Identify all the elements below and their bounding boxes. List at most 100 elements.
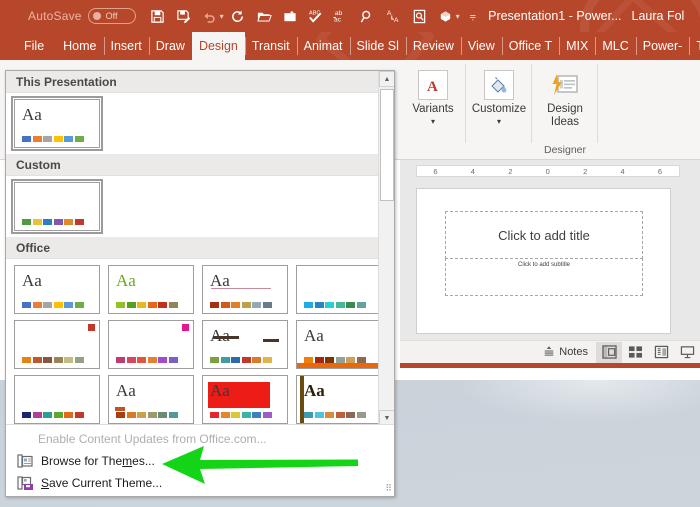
theme-color-swatches bbox=[22, 136, 84, 142]
theme-thumbnail[interactable]: Aa bbox=[202, 320, 288, 369]
theme-thumbnail[interactable]: Aa bbox=[296, 375, 382, 424]
theme-thumbnail[interactable]: Aa bbox=[202, 265, 288, 314]
theme-color-swatches bbox=[116, 357, 178, 363]
theme-sample-text: Aa bbox=[116, 381, 136, 400]
customize-chevron-down-icon[interactable]: ▾ bbox=[497, 117, 501, 126]
scroll-up-arrow-icon[interactable]: ▲ bbox=[379, 71, 394, 87]
title-placeholder[interactable]: Click to add title bbox=[445, 211, 643, 259]
color-swatch bbox=[64, 136, 73, 142]
theme-sample-text: Aa bbox=[210, 271, 230, 290]
autosave-toggle[interactable]: Off bbox=[87, 8, 136, 24]
theme-color-swatches bbox=[22, 302, 84, 308]
tab-draw[interactable]: Draw bbox=[148, 32, 192, 60]
undo-icon[interactable] bbox=[198, 4, 222, 28]
color-swatch bbox=[304, 357, 313, 363]
resize-grip[interactable]: ⠿ bbox=[385, 483, 392, 494]
tab-file[interactable]: File bbox=[12, 32, 56, 60]
tab-toolst[interactable]: ToolsT bbox=[689, 32, 700, 60]
save-as-icon[interactable] bbox=[172, 4, 196, 28]
tab-home[interactable]: Home bbox=[56, 32, 103, 60]
color-swatch bbox=[241, 302, 251, 308]
slide-show-button[interactable] bbox=[674, 342, 700, 363]
gallery-section-body: Aa Aa Aa Aa Aa Aa Aa Aa Aa Aa Aa Aa bbox=[6, 259, 394, 430]
save-icon[interactable] bbox=[146, 4, 170, 28]
color-swatch bbox=[53, 302, 63, 308]
save-theme-icon bbox=[16, 475, 33, 492]
tab-slide-sl[interactable]: Slide Sl bbox=[349, 32, 406, 60]
undo-dropdown-caret[interactable]: ▾ bbox=[220, 12, 224, 21]
shapes-dropdown-caret[interactable]: ▾ bbox=[456, 12, 460, 21]
tab-transit[interactable]: Transit bbox=[244, 32, 297, 60]
gallery-section-heading: Custom bbox=[6, 154, 394, 176]
paint-bucket-icon bbox=[484, 70, 514, 100]
color-swatch bbox=[116, 357, 125, 363]
themes-gallery-menu: Enable Content Updates from Office.com..… bbox=[6, 424, 394, 496]
gallery-section-heading: Office bbox=[6, 237, 394, 259]
theme-thumbnail[interactable]: Aa bbox=[108, 265, 194, 314]
user-account-name[interactable]: Laura Fol bbox=[632, 9, 685, 23]
shapes-3d-icon[interactable] bbox=[434, 4, 458, 28]
themes-gallery-sections: This Presentation Aa Custom Office Aa Aa Aa Aa A… bbox=[6, 71, 394, 430]
subtitle-placeholder[interactable]: Click to add subtitle bbox=[445, 258, 643, 296]
color-swatch bbox=[74, 412, 84, 418]
tab-insert[interactable]: Insert bbox=[103, 32, 149, 60]
scrollbar-thumb[interactable] bbox=[380, 89, 394, 201]
spelling-abc-check-icon[interactable]: ABC bbox=[304, 4, 328, 28]
tab-power[interactable]: Power- bbox=[635, 32, 690, 60]
color-swatch bbox=[32, 302, 42, 308]
theme-thumbnail[interactable]: Aa bbox=[11, 96, 103, 151]
variants-chevron-down-icon[interactable]: ▾ bbox=[431, 117, 435, 126]
menu-item-save-theme[interactable]: Save Current Theme... bbox=[6, 472, 394, 494]
tab-view[interactable]: View bbox=[460, 32, 502, 60]
theme-thumbnail[interactable]: Aa bbox=[14, 320, 100, 369]
translate-ab-ac-icon[interactable]: ab ac bbox=[330, 4, 354, 28]
theme-thumbnail[interactable]: Aa bbox=[108, 320, 194, 369]
color-swatch bbox=[356, 412, 366, 418]
color-swatch bbox=[304, 302, 313, 308]
theme-thumbnail[interactable]: Aa bbox=[296, 320, 382, 369]
theme-color-swatches bbox=[210, 412, 272, 418]
design-ideas-label-line2: Ideas bbox=[550, 116, 580, 128]
ribbon-tab-strip: File Home Insert Draw Design Transit Animat Sli… bbox=[0, 32, 700, 60]
color-swatch bbox=[43, 302, 52, 308]
theme-thumbnail[interactable]: Aa bbox=[202, 375, 288, 424]
tab-mix[interactable]: MIX bbox=[559, 32, 595, 60]
theme-thumbnail[interactable]: Aa bbox=[14, 375, 100, 424]
theme-thumbnail[interactable]: Aa bbox=[296, 265, 382, 314]
search-icon[interactable] bbox=[356, 4, 380, 28]
ruler-tick: 4 bbox=[620, 166, 626, 176]
normal-view-button[interactable] bbox=[596, 341, 622, 363]
title-bar: AutoSave Off ▾ ABC ab ac A A ▾ ⩦ Present… bbox=[0, 0, 700, 32]
new-slide-icon[interactable] bbox=[278, 4, 302, 28]
print-preview-icon[interactable] bbox=[408, 4, 432, 28]
theme-thumbnail[interactable]: Aa bbox=[14, 265, 100, 314]
tab-animat[interactable]: Animat bbox=[296, 32, 350, 60]
color-swatch bbox=[314, 412, 324, 418]
customize-quick-access-toolbar-icon[interactable]: ⩦ bbox=[470, 10, 476, 23]
tab-review[interactable]: Review bbox=[405, 32, 461, 60]
open-folder-icon[interactable] bbox=[252, 4, 276, 28]
design-ideas-icon bbox=[550, 70, 580, 100]
customize-button[interactable]: Customize ▾ bbox=[466, 64, 532, 126]
tab-office-t[interactable]: Office T bbox=[501, 32, 559, 60]
theme-row bbox=[11, 179, 394, 234]
autosave-label: AutoSave bbox=[28, 9, 82, 23]
gallery-scrollbar[interactable]: ▲ ▼ bbox=[378, 71, 394, 426]
variants-button[interactable]: A Variants ▾ bbox=[400, 64, 466, 126]
theme-thumbnail[interactable] bbox=[11, 179, 103, 234]
color-swatch bbox=[53, 219, 63, 225]
color-swatch bbox=[231, 412, 240, 418]
menu-item-browse-themes[interactable]: Browse for Themes... bbox=[6, 450, 394, 472]
tab-design[interactable]: Design bbox=[191, 32, 245, 60]
redo-icon[interactable] bbox=[226, 4, 250, 28]
design-ideas-button[interactable]: Design Ideas bbox=[532, 64, 598, 129]
notes-button[interactable]: Notes bbox=[535, 342, 596, 363]
color-swatch bbox=[74, 302, 84, 308]
slide-sorter-view-button[interactable] bbox=[622, 342, 648, 363]
slide-canvas[interactable]: Click to add title Click to add subtitle bbox=[416, 188, 671, 334]
theme-thumbnail[interactable]: Aa bbox=[108, 375, 194, 424]
tab-mlc[interactable]: MLC bbox=[595, 32, 635, 60]
browse-themes-icon bbox=[16, 453, 33, 470]
replace-a-to-a-icon[interactable]: AA bbox=[382, 4, 406, 28]
reading-view-button[interactable] bbox=[648, 342, 674, 363]
